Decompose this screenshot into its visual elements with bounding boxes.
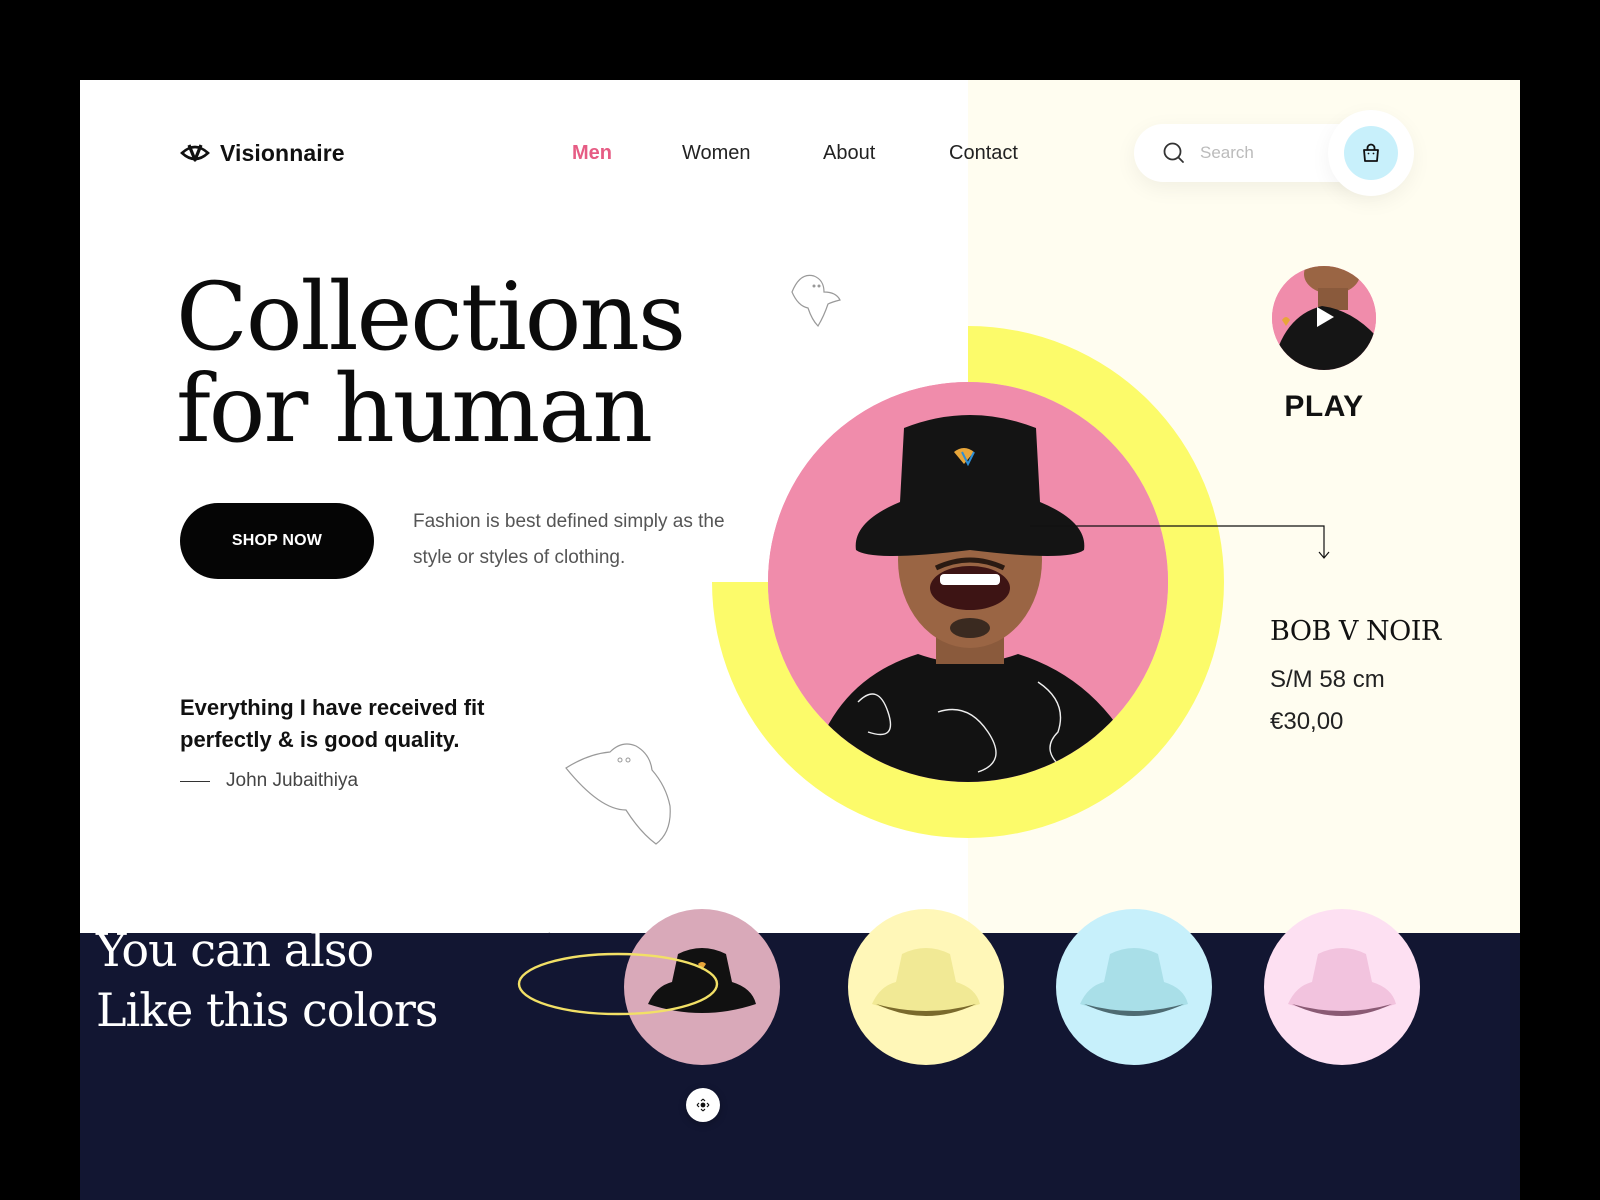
- selection-orbit-ring: [517, 952, 719, 1016]
- hero-tagline: Fashion is best defined simply as the st…: [413, 511, 725, 568]
- model-illustration: [768, 382, 1168, 782]
- brand-name: Visionnaire: [220, 139, 345, 166]
- swatch-drag-handle[interactable]: [686, 1088, 720, 1122]
- move-icon: [696, 1098, 710, 1112]
- search-input[interactable]: [1200, 143, 1330, 163]
- nav-contact[interactable]: Contact: [949, 142, 1018, 165]
- ghost-doodle-icon: [565, 743, 671, 845]
- brand-logo[interactable]: Visionnaire: [180, 138, 345, 168]
- search-icon: [1163, 142, 1184, 163]
- colors-section-title: You can also Like this colors: [96, 920, 438, 1040]
- colors-title-line1: You can also: [96, 923, 374, 977]
- product-name: BOB V NOIR: [1270, 616, 1441, 647]
- product-price: €30,00: [1270, 708, 1344, 735]
- color-swatch-yellow[interactable]: [848, 909, 1004, 1065]
- eye-v-logo-icon: [180, 144, 210, 162]
- cart-button[interactable]: [1344, 126, 1398, 180]
- color-swatch-blue[interactable]: [1056, 909, 1212, 1065]
- colors-title-line2: Like this colors: [96, 983, 438, 1037]
- model-photo: [768, 382, 1168, 782]
- hero-title-line2: for human: [176, 355, 653, 464]
- hero-title: Collections for human: [176, 263, 686, 464]
- nav-men[interactable]: Men: [572, 142, 612, 165]
- shop-now-button[interactable]: SHOP NOW: [180, 503, 374, 579]
- nav-women[interactable]: Women: [682, 142, 751, 165]
- testimonial-quote: Everything I have received fit perfectly…: [180, 695, 485, 752]
- testimonial-author: John Jubaithiya: [180, 770, 358, 792]
- hero-title-line1: Collections: [176, 263, 686, 372]
- yellow-bucket-hat-icon: [872, 948, 980, 1016]
- blue-bucket-hat-icon: [1080, 948, 1188, 1016]
- product-size: S/M 58 cm: [1270, 666, 1385, 693]
- play-label[interactable]: PLAY: [1272, 390, 1376, 424]
- pink-bucket-hat-icon: [1288, 948, 1396, 1016]
- shopping-bag-icon: [1363, 143, 1379, 162]
- play-icon: [1317, 307, 1334, 327]
- author-dash: [180, 780, 210, 782]
- ghost-doodle-icon: [791, 274, 841, 327]
- nav-about[interactable]: About: [823, 142, 875, 165]
- callout-connector: [1030, 525, 1330, 559]
- author-name: John Jubaithiya: [226, 770, 359, 791]
- video-thumbnail[interactable]: [1272, 266, 1376, 370]
- color-swatch-pink[interactable]: [1264, 909, 1420, 1065]
